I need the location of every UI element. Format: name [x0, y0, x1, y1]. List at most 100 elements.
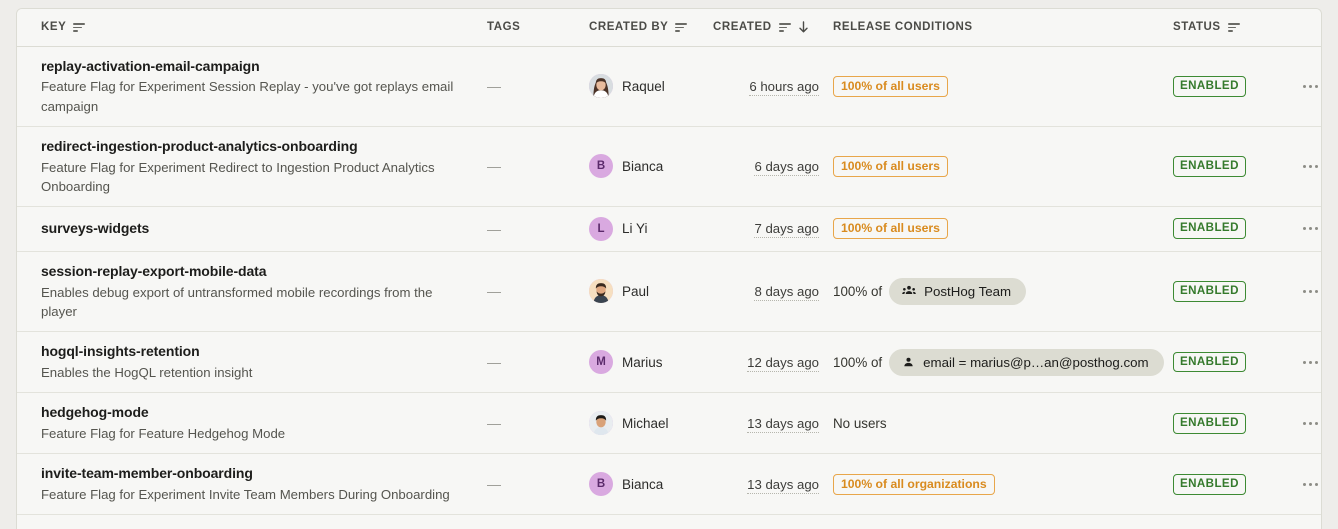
table-row: session-replay-export-mobile-data Enables…	[17, 251, 1321, 332]
release-conditions: 100% of all users	[833, 218, 1165, 240]
cell-release-conditions: 100% of email = marius@p…an@posthog.com	[833, 331, 1173, 393]
empty-tag-marker: —	[487, 283, 501, 300]
table-header: KEY TAGS CREATED BY CREATED RELEASE COND…	[17, 9, 1321, 47]
empty-tag-marker: —	[487, 354, 501, 371]
cell-key: replay-activation-email-campaign Feature …	[17, 46, 487, 127]
column-header-created[interactable]: CREATED	[713, 9, 833, 47]
release-badge[interactable]: 100% of all users	[833, 75, 948, 97]
cell-actions	[1285, 126, 1321, 207]
cell-key: hedgehog-mode Feature Flag for Feature He…	[17, 392, 487, 454]
cell-key: invite-team-member-onboarding Feature Fla…	[17, 453, 487, 515]
release-badge[interactable]: 100% of all organizations	[833, 473, 995, 495]
flag-key-label[interactable]: session-replay-export-mobile-data	[41, 262, 465, 281]
status-badge[interactable]: ENABLED	[1173, 280, 1246, 302]
flag-key-label[interactable]: hogql-insights-retention	[41, 342, 465, 361]
cell-created-by: Ben	[589, 514, 713, 529]
release-conditions: 100% of all users	[833, 155, 1165, 177]
created-timestamp[interactable]: 8 days ago	[754, 283, 819, 301]
cell-created: 6 days ago	[713, 126, 833, 207]
sort-icon[interactable]	[73, 22, 86, 33]
flag-description: Feature Flag for Experiment Redirect to …	[41, 159, 435, 194]
column-header-status-label: STATUS	[1173, 21, 1221, 34]
more-options-icon[interactable]	[1296, 412, 1321, 434]
sort-icon[interactable]	[1227, 22, 1240, 33]
created-timestamp[interactable]: 13 days ago	[747, 476, 819, 494]
cell-actions	[1285, 251, 1321, 332]
cell-release-conditions: 100% ofPostHog Team	[833, 514, 1173, 529]
more-options-icon[interactable]	[1296, 218, 1321, 240]
cell-created: 7 days ago	[713, 206, 833, 252]
more-options-icon[interactable]	[1296, 155, 1321, 177]
table-header-row: KEY TAGS CREATED BY CREATED RELEASE COND…	[17, 9, 1321, 47]
status-badge[interactable]: ENABLED	[1173, 218, 1246, 240]
cell-actions	[1285, 392, 1321, 454]
empty-tag-marker: —	[487, 220, 501, 237]
feature-flags-table: KEY TAGS CREATED BY CREATED RELEASE COND…	[17, 9, 1321, 529]
column-header-key[interactable]: KEY	[17, 9, 487, 47]
sort-icon[interactable]	[778, 22, 791, 33]
flag-key-label[interactable]: redirect-ingestion-product-analytics-onb…	[41, 137, 465, 156]
feature-flags-table-card: KEY TAGS CREATED BY CREATED RELEASE COND…	[16, 8, 1322, 529]
release-pill[interactable]: email = marius@p…an@posthog.com	[889, 348, 1164, 376]
cell-actions	[1285, 514, 1321, 529]
created-by: L Li Yi	[589, 216, 705, 241]
more-options-icon[interactable]	[1296, 280, 1321, 302]
cell-status: ENABLED	[1173, 206, 1285, 252]
created-timestamp[interactable]: 6 hours ago	[749, 78, 819, 96]
cell-actions	[1285, 46, 1321, 127]
cell-key: surveys-widgets	[17, 206, 487, 252]
cell-status: ENABLED	[1173, 331, 1285, 393]
cell-tags: —	[487, 206, 589, 252]
created-by: M Marius	[589, 350, 705, 375]
empty-tag-marker: —	[487, 415, 501, 432]
created-by-name: Raquel	[622, 78, 665, 94]
release-badge[interactable]: 100% of all users	[833, 155, 948, 177]
column-header-actions	[1285, 9, 1321, 47]
sort-icon[interactable]	[675, 22, 688, 33]
status-badge[interactable]: ENABLED	[1173, 473, 1246, 495]
flag-key-label[interactable]: session-replay-mobile	[41, 525, 465, 529]
flag-key-label[interactable]: replay-activation-email-campaign	[41, 57, 465, 76]
column-header-tags: TAGS	[487, 9, 589, 47]
flag-key-label[interactable]: surveys-widgets	[41, 219, 465, 238]
feature-flags-page: KEY TAGS CREATED BY CREATED RELEASE COND…	[0, 0, 1338, 529]
release-badge[interactable]: 100% of all users	[833, 218, 948, 240]
created-timestamp[interactable]: 7 days ago	[754, 221, 819, 239]
cell-actions	[1285, 331, 1321, 393]
more-options-icon[interactable]	[1296, 75, 1321, 97]
person-icon	[902, 356, 915, 369]
created-by: Raquel	[589, 74, 705, 99]
status-badge[interactable]: ENABLED	[1173, 75, 1246, 97]
status-badge[interactable]: ENABLED	[1173, 155, 1246, 177]
flag-key-label[interactable]: hedgehog-mode	[41, 403, 465, 422]
empty-tag-marker: —	[487, 476, 501, 493]
flag-description: Feature Flag for Experiment Invite Team …	[41, 486, 450, 502]
table-row: replay-activation-email-campaign Feature …	[17, 46, 1321, 127]
release-conditions: 100% of all organizations	[833, 473, 1165, 495]
empty-tag-marker: —	[487, 78, 501, 95]
column-header-release-conditions: RELEASE CONDITIONS	[833, 9, 1173, 47]
cell-created: 15 days ago	[713, 514, 833, 529]
cell-release-conditions: 100% ofPostHog Team	[833, 251, 1173, 332]
status-badge[interactable]: ENABLED	[1173, 351, 1246, 373]
cell-status: ENABLED	[1173, 46, 1285, 127]
created-timestamp[interactable]: 12 days ago	[747, 354, 819, 372]
cell-release-conditions: 100% of all organizations	[833, 453, 1173, 515]
created-timestamp[interactable]: 6 days ago	[754, 158, 819, 176]
cell-created: 13 days ago	[713, 392, 833, 454]
cell-created-by: B Bianca	[589, 126, 713, 207]
more-options-icon[interactable]	[1296, 473, 1321, 495]
cell-tags: —	[487, 331, 589, 393]
more-options-icon[interactable]	[1296, 351, 1321, 373]
created-timestamp[interactable]: 13 days ago	[747, 415, 819, 433]
release-pill[interactable]: PostHog Team	[889, 277, 1027, 305]
cell-key: redirect-ingestion-product-analytics-onb…	[17, 126, 487, 207]
status-badge[interactable]: ENABLED	[1173, 412, 1246, 434]
column-header-status[interactable]: STATUS	[1173, 9, 1285, 47]
column-header-created-by[interactable]: CREATED BY	[589, 9, 713, 47]
cell-created: 6 hours ago	[713, 46, 833, 127]
sort-descending-arrow-icon[interactable]	[798, 21, 809, 33]
release-conditions: 100% of PostHog Team	[833, 277, 1165, 305]
flag-key-label[interactable]: invite-team-member-onboarding	[41, 464, 465, 483]
release-pill-label: PostHog Team	[924, 283, 1012, 299]
